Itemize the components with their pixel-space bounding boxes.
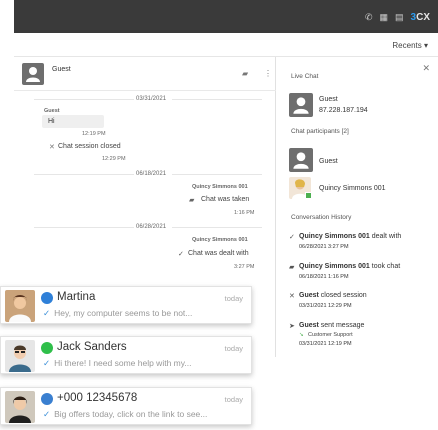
forward-arrow-icon: ↘	[299, 332, 304, 338]
participant-name: Guest	[319, 158, 338, 165]
message-sender: Quincy Simmons 001	[192, 184, 248, 190]
message-preview: ✓ Hi there! I need some help with my...	[43, 358, 192, 368]
message-day: today	[224, 395, 243, 404]
history-title: Conversation History	[291, 214, 352, 221]
chat-contact-name: Guest	[52, 66, 71, 73]
dialpad-icon[interactable]: ▦	[380, 12, 389, 23]
participants-title: Chat participants [2]	[291, 128, 349, 135]
system-message: Chat was dealt with	[188, 250, 249, 257]
recents-dropdown[interactable]: Recents ▾	[392, 41, 428, 50]
check-icon: ✓	[178, 251, 184, 258]
read-check-icon: ✓	[43, 409, 51, 419]
contact-photo	[5, 340, 35, 372]
top-bar-icons: ✆ ▦ ▤ 3CX	[365, 12, 430, 23]
system-message: Chat session closed	[58, 143, 121, 150]
contact-name: Jack Sanders	[57, 341, 127, 353]
message-time: 12:29 PM	[102, 156, 126, 162]
online-status-badge	[305, 192, 312, 199]
close-icon: ✕	[49, 144, 55, 151]
send-icon: ➤	[289, 323, 295, 330]
message-preview: ✓ Hey, my computer seems to be not...	[43, 308, 193, 318]
check-icon: ✓	[289, 234, 295, 241]
read-check-icon: ✓	[43, 308, 51, 318]
date-separator: 06/18/2021	[136, 171, 167, 177]
date-separator: 03/31/2021	[136, 96, 167, 102]
history-entry: Guest closed session	[299, 292, 367, 299]
system-message: Chat was taken	[201, 196, 250, 203]
guest-avatar-icon	[289, 148, 313, 172]
close-panel-icon[interactable]: ✕	[422, 63, 430, 74]
sms-icon	[41, 393, 53, 405]
recent-conversation-card[interactable]: Martina today ✓ Hey, my computer seems to…	[0, 286, 252, 324]
guest-name: Guest	[319, 96, 338, 103]
transfer-icon: ▰	[189, 197, 195, 204]
book-icon[interactable]: ▤	[395, 12, 404, 23]
recent-conversation-card[interactable]: Jack Sanders today ✓ Hi there! I need som…	[0, 336, 252, 374]
message-sender: Guest	[44, 108, 60, 114]
message-sender: Quincy Simmons 001	[192, 237, 248, 243]
chat-header: Guest ▰ ⋮	[14, 57, 276, 91]
top-bar: ✆ ▦ ▤ 3CX	[14, 0, 438, 33]
history-date: 03/31/2021 12:19 PM	[299, 341, 352, 347]
phone-icon[interactable]: ✆	[365, 12, 373, 23]
guest-avatar-icon	[289, 93, 313, 117]
brand-logo: 3CX	[410, 12, 430, 23]
guest-avatar-icon	[22, 63, 44, 85]
participant-name: Quincy Simmons 001	[319, 185, 386, 192]
contact-name: +000 12345678	[57, 392, 138, 404]
message-day: today	[224, 294, 243, 303]
message-bubble: Hi	[42, 115, 104, 128]
history-entry: Quincy Simmons 001 took chat	[299, 263, 401, 270]
live-chat-title: Live Chat	[291, 73, 319, 80]
recent-conversation-card[interactable]: +000 12345678 today ✓ Big offers today, c…	[0, 387, 252, 425]
read-check-icon: ✓	[43, 358, 51, 368]
contact-name: Martina	[57, 291, 96, 303]
more-menu-icon[interactable]: ⋮	[264, 69, 272, 78]
info-panel: ✕ Live Chat Guest 87.228.187.194 Chat pa…	[277, 57, 438, 357]
messenger-icon	[41, 292, 53, 304]
whatsapp-icon	[41, 342, 53, 354]
transfer-icon: ▰	[289, 264, 295, 271]
contact-photo	[5, 290, 35, 322]
history-date: 06/28/2021 3:27 PM	[299, 244, 349, 250]
message-day: today	[224, 344, 243, 353]
history-target: Customer Support	[308, 332, 353, 338]
date-separator: 06/28/2021	[136, 224, 167, 230]
transfer-icon[interactable]: ▰	[242, 69, 248, 78]
message-time: 12:19 PM	[82, 131, 106, 137]
history-entry: Guest sent message	[299, 322, 365, 329]
message-time: 3:27 PM	[234, 264, 255, 270]
close-icon: ✕	[289, 293, 295, 300]
history-date: 06/18/2021 1:16 PM	[299, 274, 349, 280]
message-preview: ✓ Big offers today, click on the link to …	[43, 409, 208, 419]
guest-ip: 87.228.187.194	[319, 107, 368, 114]
history-entry: Quincy Simmons 001 dealt with	[299, 233, 402, 240]
contact-photo	[5, 391, 35, 423]
history-date: 03/31/2021 12:29 PM	[299, 303, 352, 309]
message-time: 1:16 PM	[234, 210, 255, 216]
